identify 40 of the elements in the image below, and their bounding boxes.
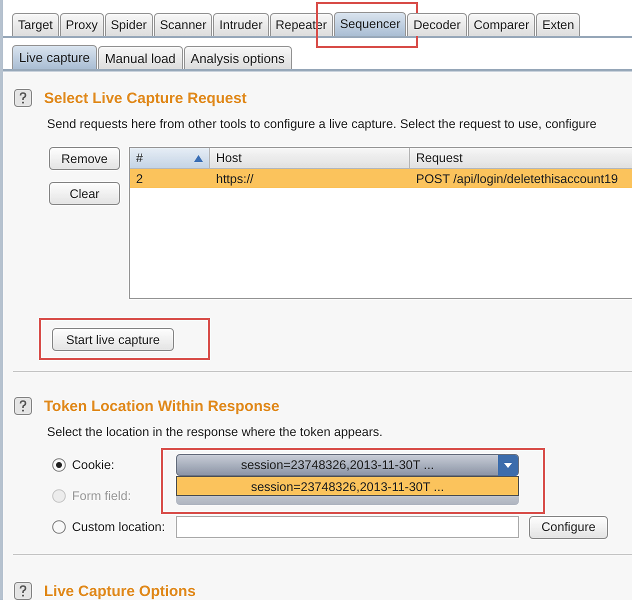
option-label: Cookie: — [72, 458, 114, 472]
tab[interactable]: Live capture — [12, 45, 97, 69]
tab[interactable]: Comparer — [468, 13, 536, 36]
help-icon — [14, 89, 32, 107]
table-cell-text: 2 — [135, 172, 144, 186]
radio-button[interactable] — [52, 520, 66, 534]
tab[interactable]: Decoder — [407, 13, 467, 36]
tab[interactable]: Manual load — [98, 46, 183, 69]
radio-button[interactable] — [52, 458, 66, 472]
menu-item[interactable]: session=23748326,2013-11-30T ... — [176, 476, 519, 496]
tab[interactable]: Analysis options — [184, 46, 292, 69]
tab[interactable]: Proxy — [60, 13, 104, 36]
description-text: Select the location in the response where the token appears. — [47, 425, 384, 439]
table-cell-text: https:// — [215, 172, 255, 186]
option-label: Form field: — [72, 489, 132, 503]
section-title: Token Location Within Response — [44, 398, 280, 414]
tab[interactable]: Scanner — [154, 13, 212, 36]
section-title: Live Capture Options — [44, 582, 196, 600]
input-field[interactable] — [176, 516, 519, 538]
tab[interactable]: Intruder — [213, 13, 268, 36]
help-icon — [14, 397, 32, 415]
action-button[interactable]: Clear — [49, 182, 120, 205]
table-cell-text: POST /api/login/deletethisaccount19 — [415, 172, 619, 186]
help-icon — [14, 582, 32, 600]
option-label: Custom location: — [72, 520, 166, 534]
table-row[interactable]: 2 https:// POST /api/login/deletethisaccount19 — [130, 169, 632, 188]
section-title: Select Live Capture Request — [44, 90, 247, 106]
caret-icon — [498, 455, 518, 476]
start-capture-button[interactable]: Start live capture — [52, 328, 174, 351]
action-button[interactable]: Remove — [49, 147, 120, 170]
column-header[interactable]: Host — [210, 148, 410, 168]
description-text: Send requests here from other tools to configure a live capture. Select the request to use, configure — [47, 117, 598, 131]
tab[interactable]: Spider — [104, 13, 153, 36]
tab[interactable]: Target — [12, 13, 59, 36]
configure-button[interactable]: Configure — [529, 516, 608, 538]
tab[interactable]: Exten — [536, 13, 580, 36]
column-header[interactable]: Request — [410, 148, 632, 168]
column-header[interactable]: # — [130, 148, 210, 168]
tab[interactable]: Sequencer — [334, 12, 406, 36]
cookie-dropdown[interactable]: session=23748326,2013-11-30T ... — [176, 454, 519, 476]
